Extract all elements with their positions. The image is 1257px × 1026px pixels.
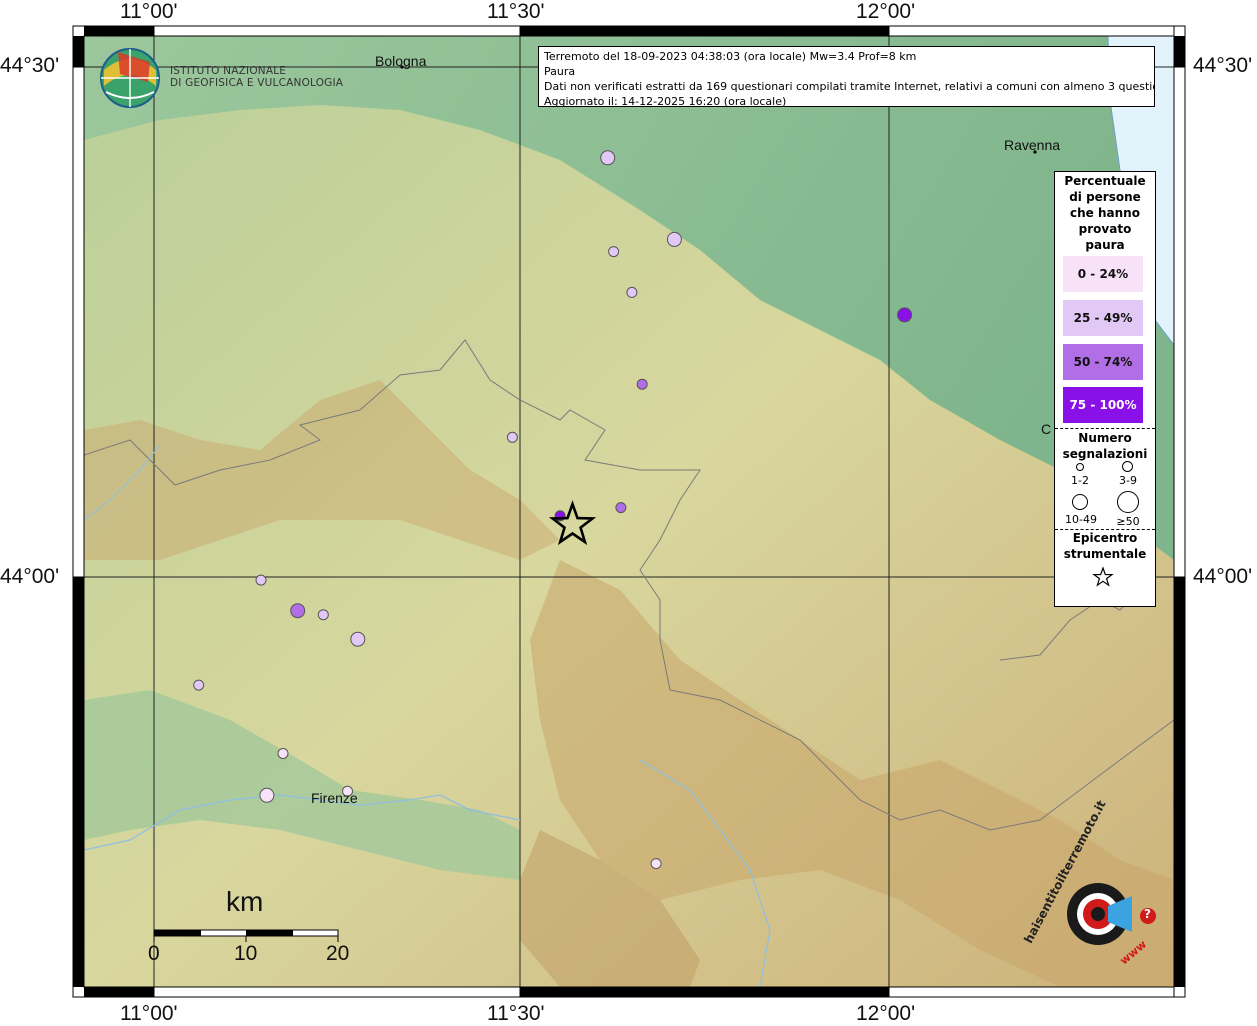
scale-tick-10: 10: [234, 942, 258, 965]
observation-point[interactable]: [259, 787, 275, 803]
event-info-box: Terremoto del 18-09-2023 04:38:03 (ora l…: [538, 46, 1155, 107]
observation-point[interactable]: [626, 286, 638, 298]
coord-left-4400: 44°00': [0, 565, 60, 588]
ingv-logo-line1: ISTITUTO NAZIONALE: [170, 65, 287, 77]
legend-star-icon: [1092, 566, 1114, 587]
scale-tick-20: 20: [326, 942, 350, 965]
map-subject: Paura: [544, 65, 576, 78]
coord-bottom-1130: 11°30': [487, 1002, 545, 1025]
coord-top-1200: 12°00': [856, 0, 916, 23]
legend-count-1-2: 1-2: [1071, 474, 1089, 487]
legend-class-25-49: 25 - 49%: [1063, 300, 1143, 336]
city-label-ravenna: Ravenna: [1004, 137, 1061, 153]
ingv-globe-icon: [100, 48, 160, 108]
observation-point[interactable]: [506, 431, 518, 443]
observation-point[interactable]: [277, 748, 289, 759]
legend-class-75-100: 75 - 100%: [1063, 387, 1143, 423]
observation-point[interactable]: [193, 679, 205, 691]
legend-divider-1: [1055, 428, 1155, 429]
ingv-logo-line2: DI GEOFISICA E VULCANOLOGIA: [170, 77, 344, 89]
legend-count-3-9: 3-9: [1119, 474, 1137, 487]
observation-point[interactable]: [608, 246, 620, 258]
observation-point[interactable]: [290, 603, 306, 619]
coord-top-1130: 11°30': [487, 0, 545, 23]
legend-circle-50: [1117, 491, 1139, 513]
city-label-cesena-partial: C: [1041, 421, 1052, 437]
legend-circle-3-9: [1122, 461, 1133, 472]
legend-circle-10-49: [1072, 494, 1088, 510]
coord-left-4430: 44°30': [0, 54, 60, 77]
scale-unit: km: [226, 886, 264, 917]
coord-bottom-1200: 12°00': [856, 1002, 916, 1025]
legend-count-10-49: 10-49: [1065, 513, 1097, 526]
city-label-bologna: Bologna: [375, 53, 427, 69]
observation-point[interactable]: [650, 858, 662, 870]
legend-panel: Percentuale di persone che hanno provato…: [1054, 171, 1156, 607]
coord-right-4430: 44°30': [1193, 54, 1253, 77]
update-timestamp: Aggiornato il: 14-12-2025 16:20 (ora loc…: [544, 95, 787, 107]
legend-class-0-24: 0 - 24%: [1063, 256, 1143, 292]
data-disclaimer: Dati non verificati estratti da 169 ques…: [544, 80, 1155, 93]
legend-count-50: ≥50: [1116, 515, 1140, 528]
stamp-mark: ?: [1144, 907, 1151, 921]
observation-point[interactable]: [600, 150, 616, 166]
legend-circle-1-2: [1076, 463, 1084, 471]
event-title: Terremoto del 18-09-2023 04:38:03 (ora l…: [544, 50, 917, 63]
observation-point[interactable]: [615, 502, 627, 514]
city-label-firenze: Firenze: [311, 790, 358, 806]
coord-bottom-1100: 11°00': [120, 1002, 178, 1025]
coord-top-1100: 11°00': [120, 0, 178, 23]
observation-point[interactable]: [317, 609, 329, 621]
legend-count-title: Numero segnalazioni: [1062, 431, 1148, 461]
legend-epicenter-title: Epicentro strumentale: [1063, 531, 1147, 561]
observation-point[interactable]: [897, 307, 913, 323]
observation-point[interactable]: [350, 631, 366, 647]
legend-title: Percentuale di persone che hanno provato…: [1064, 174, 1146, 252]
coord-right-4400: 44°00': [1193, 565, 1253, 588]
observation-point[interactable]: [636, 378, 648, 390]
observation-point[interactable]: [255, 574, 267, 586]
observation-point[interactable]: [666, 231, 682, 247]
ingv-logo-text: ISTITUTO NAZIONALE DI GEOFISICA E VULCAN…: [170, 65, 343, 89]
scale-tick-0: 0: [148, 942, 160, 965]
legend-class-50-74: 50 - 74%: [1063, 344, 1143, 380]
